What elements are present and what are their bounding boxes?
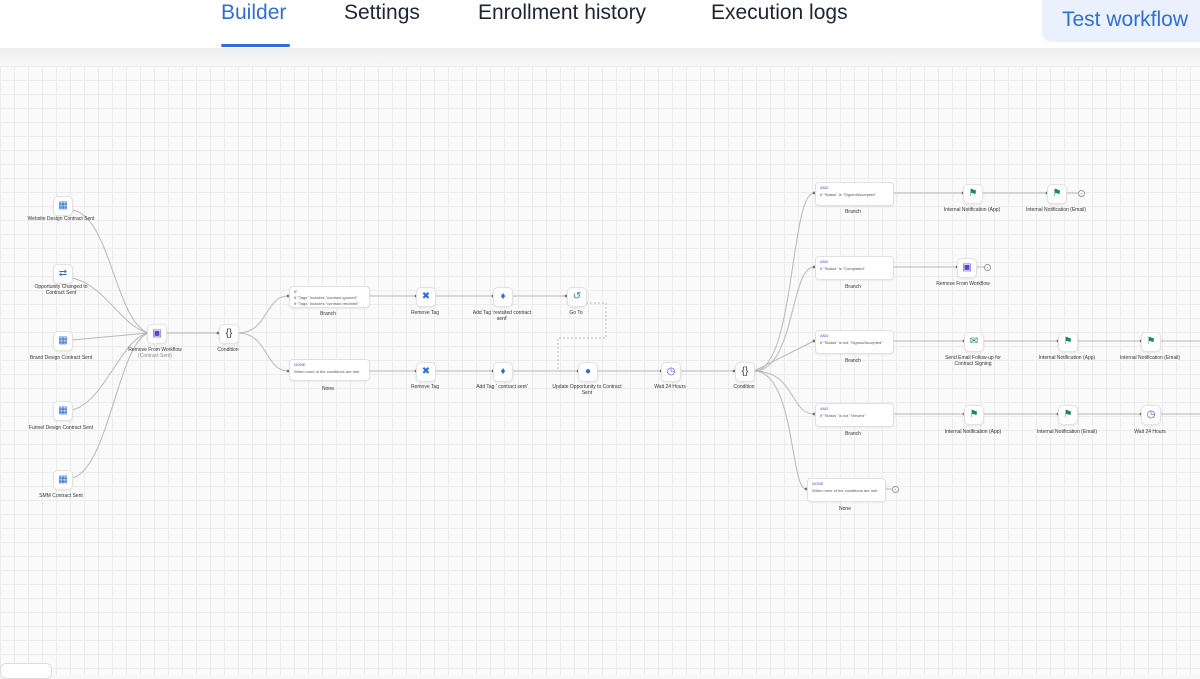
document-icon[interactable]: ▦ bbox=[53, 401, 73, 421]
node-update-opportunity: Update Opportunity to Contract Sent bbox=[552, 384, 622, 396]
branch-a-label: Branch bbox=[845, 209, 861, 215]
bell-icon[interactable]: ⚑ bbox=[964, 405, 984, 425]
branch-1-label: Branch bbox=[320, 311, 336, 317]
trigger-brand-design: Brand Design Contract Sent bbox=[29, 355, 93, 361]
document-icon[interactable]: ▦ bbox=[53, 470, 73, 490]
trigger-opportunity-changed: Opportunity Changed to Contract Sent bbox=[34, 284, 88, 296]
node-notif-a1: Internal Notification (App) bbox=[943, 207, 1001, 213]
branch-condition: If "Status" Is "Completed" bbox=[820, 266, 866, 271]
branch-c-label: Branch bbox=[845, 358, 861, 364]
branch-condition: If "Tags" Includes "contract ignored" bbox=[294, 295, 358, 300]
branch-condition: When none of the conditions are met bbox=[812, 488, 878, 493]
none-1-card[interactable]: NONE When none of the conditions are met bbox=[289, 359, 370, 381]
document-icon[interactable]: ▦ bbox=[53, 331, 73, 351]
none-2-card[interactable]: NONE When none of the conditions are met bbox=[807, 478, 886, 502]
document-icon[interactable]: ▦ bbox=[53, 196, 73, 216]
bell-icon[interactable]: ⚑ bbox=[1058, 405, 1078, 425]
tag-icon[interactable]: ♦ bbox=[493, 362, 513, 382]
bell-icon[interactable]: ⚑ bbox=[1058, 332, 1078, 352]
branch-tag: NONE bbox=[812, 481, 824, 486]
branch-condition: If "Status" Is "Signed/Accepted" bbox=[820, 192, 876, 197]
workflow-connections bbox=[71, 191, 1200, 491]
branch-1-card[interactable]: IF If "Tags" Includes "contract ignored"… bbox=[289, 286, 370, 308]
branch-condition: If "Status" Is not "Signed/Accepted" bbox=[820, 340, 883, 345]
tag-icon[interactable]: ♦ bbox=[493, 287, 513, 307]
add-step-icon[interactable]: + bbox=[984, 264, 991, 271]
trigger-funnel-design: Funnel Design Contract Sent bbox=[28, 425, 94, 431]
remove-tag-icon[interactable]: ✖ bbox=[416, 287, 436, 307]
trigger-website-design: Website Design Contract Sent bbox=[27, 216, 95, 222]
branch-tag: AND bbox=[820, 406, 829, 411]
branch-a-card[interactable]: AND If "Status" Is "Signed/Accepted" bbox=[815, 182, 894, 206]
node-notif-d1: Internal Notification (App) bbox=[944, 429, 1002, 435]
branch-c-card[interactable]: AND If "Status" Is not "Signed/Accepted" bbox=[815, 330, 894, 354]
branch-tag: AND bbox=[820, 185, 829, 190]
branch-condition: When none of the conditions are met bbox=[294, 369, 360, 374]
node-notif-c2: Internal Notification (Email) bbox=[1119, 355, 1181, 361]
branch-tag: AND bbox=[820, 333, 829, 338]
bell-icon[interactable]: ⚑ bbox=[963, 184, 983, 204]
node-remove-tag-2: Remove Tag bbox=[411, 384, 439, 390]
goto-icon[interactable]: ↺ bbox=[567, 287, 587, 307]
branch-d-label: Branch bbox=[845, 431, 861, 437]
none-1-label: None bbox=[322, 386, 334, 392]
clock-icon[interactable]: ◷ bbox=[661, 362, 681, 382]
node-notif-c1: Internal Notification (App) bbox=[1038, 355, 1096, 361]
swap-arrows-icon[interactable]: ⇄ bbox=[53, 264, 73, 284]
node-condition-1: Condition bbox=[217, 347, 239, 353]
trigger-smm: SMM Contract Sent bbox=[39, 493, 83, 499]
branch-b-label: Branch bbox=[845, 284, 861, 290]
remove-tag-icon[interactable]: ✖ bbox=[416, 362, 436, 382]
node-send-email: Send Email Follow-up for Contract Signin… bbox=[945, 355, 1001, 367]
branch-condition: If "Status" Is not "Viewed" bbox=[820, 413, 866, 418]
node-notif-a2: Internal Notification (Email) bbox=[1025, 207, 1087, 213]
none-2-label: None bbox=[839, 506, 851, 512]
branch-condition: If "Tags" Includes "contract declined" bbox=[294, 301, 359, 306]
opportunity-icon[interactable]: ● bbox=[578, 362, 598, 382]
branch-tag: AND bbox=[820, 259, 829, 264]
node-remove-wf-2: Remove From Workflow bbox=[936, 281, 990, 287]
node-go-to: Go To bbox=[569, 310, 583, 316]
branch-b-card[interactable]: AND If "Status" Is "Completed" bbox=[815, 256, 894, 280]
branch-tag: IF bbox=[294, 289, 298, 294]
envelope-icon[interactable]: ✉ bbox=[964, 332, 984, 352]
node-remove-tag-1: Remove Tag bbox=[411, 310, 439, 316]
zoom-controls[interactable] bbox=[0, 663, 52, 679]
node-wait-2: Wait 24 Hours bbox=[1134, 429, 1166, 435]
branch-d-card[interactable]: AND If "Status" Is not "Viewed" bbox=[815, 403, 894, 427]
remove-workflow-icon[interactable]: ▣ bbox=[147, 324, 167, 344]
node-notif-d2: Internal Notification (Email) bbox=[1036, 429, 1098, 435]
clock-icon[interactable]: ◷ bbox=[1141, 405, 1161, 425]
node-add-tag-1: Add Tag 'revisited contract sent' bbox=[472, 310, 532, 322]
bell-icon[interactable]: ⚑ bbox=[1047, 184, 1067, 204]
node-remove-from-workflow-sub: (Contract Sent) bbox=[138, 353, 172, 359]
remove-workflow-icon[interactable]: ▣ bbox=[957, 258, 977, 278]
bell-icon[interactable]: ⚑ bbox=[1141, 332, 1161, 352]
condition-braces-icon[interactable]: {} bbox=[219, 324, 239, 344]
node-add-tag-2: Add Tag ' contract sent' bbox=[476, 384, 528, 390]
branch-tag: NONE bbox=[294, 362, 306, 367]
node-condition-2: Condition bbox=[733, 384, 755, 390]
add-step-icon[interactable]: + bbox=[892, 486, 899, 493]
condition-braces-icon[interactable]: {} bbox=[735, 362, 755, 382]
add-step-icon[interactable]: + bbox=[1078, 190, 1085, 197]
node-wait-1: Wait 24 Hours bbox=[654, 384, 686, 390]
